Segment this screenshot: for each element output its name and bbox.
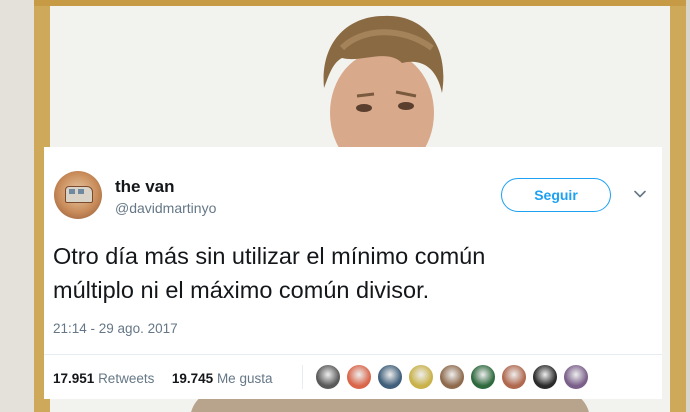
likes-count[interactable]: 19.745: [172, 371, 213, 386]
liker-avatar[interactable]: [563, 364, 589, 390]
tweet-stats: 17.951 Retweets 19.745 Me gusta: [53, 371, 272, 386]
liker-avatar[interactable]: [377, 364, 403, 390]
chevron-down-icon[interactable]: [633, 187, 647, 201]
van-avatar-icon: [65, 186, 93, 203]
retweets-label[interactable]: Retweets: [98, 371, 154, 386]
user-avatar[interactable]: [54, 171, 102, 219]
retweets-count[interactable]: 17.951: [53, 371, 94, 386]
user-handle[interactable]: @davidmartinyo: [115, 200, 216, 216]
tweet-text: Otro día más sin utilizar el mínimo comú…: [53, 239, 653, 307]
liker-avatar[interactable]: [315, 364, 341, 390]
liker-avatar[interactable]: [439, 364, 465, 390]
tweet-timestamp[interactable]: 21:14 - 29 ago. 2017: [53, 321, 178, 336]
liker-avatar[interactable]: [470, 364, 496, 390]
tweet-text-line-1: Otro día más sin utilizar el mínimo comú…: [53, 243, 486, 269]
wall-right: [686, 0, 690, 412]
liker-avatar[interactable]: [501, 364, 527, 390]
liker-avatar[interactable]: [408, 364, 434, 390]
wall: [0, 0, 34, 412]
liker-avatar[interactable]: [532, 364, 558, 390]
user-display-name[interactable]: the van: [115, 177, 175, 197]
likes-label[interactable]: Me gusta: [217, 371, 273, 386]
divider: [44, 354, 662, 355]
stats-separator: [302, 365, 303, 389]
tweet-text-line-2: múltiplo ni el máximo común divisor.: [53, 277, 430, 303]
whiteboard-frame-top: [34, 0, 686, 6]
liker-avatar[interactable]: [346, 364, 372, 390]
person-head: [323, 15, 444, 168]
follow-button[interactable]: Seguir: [501, 178, 611, 212]
tweet-card: the van @davidmartinyo Seguir Otro día m…: [44, 147, 662, 399]
